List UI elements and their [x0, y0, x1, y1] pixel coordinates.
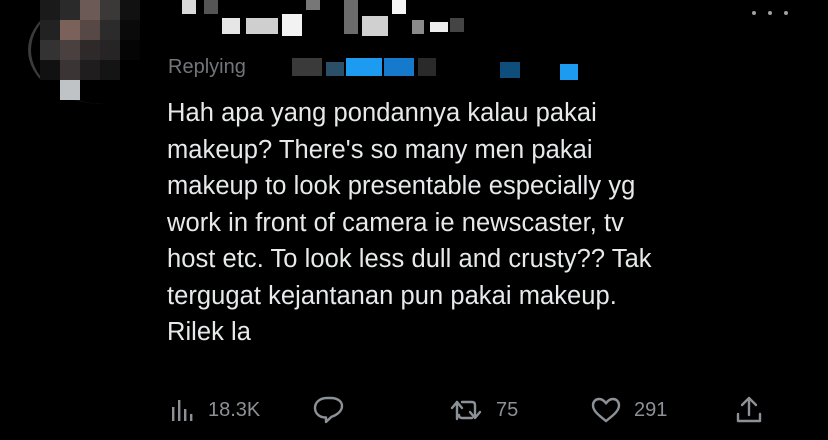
- heart-icon: [590, 396, 622, 424]
- tweet[interactable]: Replying Hah apa yang pondannya kalau pa…: [0, 0, 828, 440]
- views-count: 18.3K: [208, 398, 261, 421]
- tweet-actions: 18.3K 75 291: [0, 388, 828, 432]
- avatar[interactable]: [40, 0, 140, 100]
- tweet-text: Hah apa yang pondannya kalau pakai makeu…: [167, 99, 652, 346]
- like-count: 291: [634, 398, 668, 421]
- more-options-icon[interactable]: [752, 4, 788, 22]
- retweet-count: 75: [496, 398, 519, 421]
- like-button[interactable]: 291: [590, 388, 667, 432]
- share-icon: [734, 395, 764, 425]
- reply-button[interactable]: [312, 388, 346, 432]
- replying-label: Replying: [168, 56, 246, 78]
- views-button[interactable]: 18.3K: [170, 388, 260, 432]
- retweet-button[interactable]: 75: [450, 388, 518, 432]
- views-icon: [170, 397, 196, 423]
- retweet-icon: [450, 397, 484, 423]
- share-button[interactable]: [734, 388, 764, 432]
- reply-icon: [312, 395, 346, 425]
